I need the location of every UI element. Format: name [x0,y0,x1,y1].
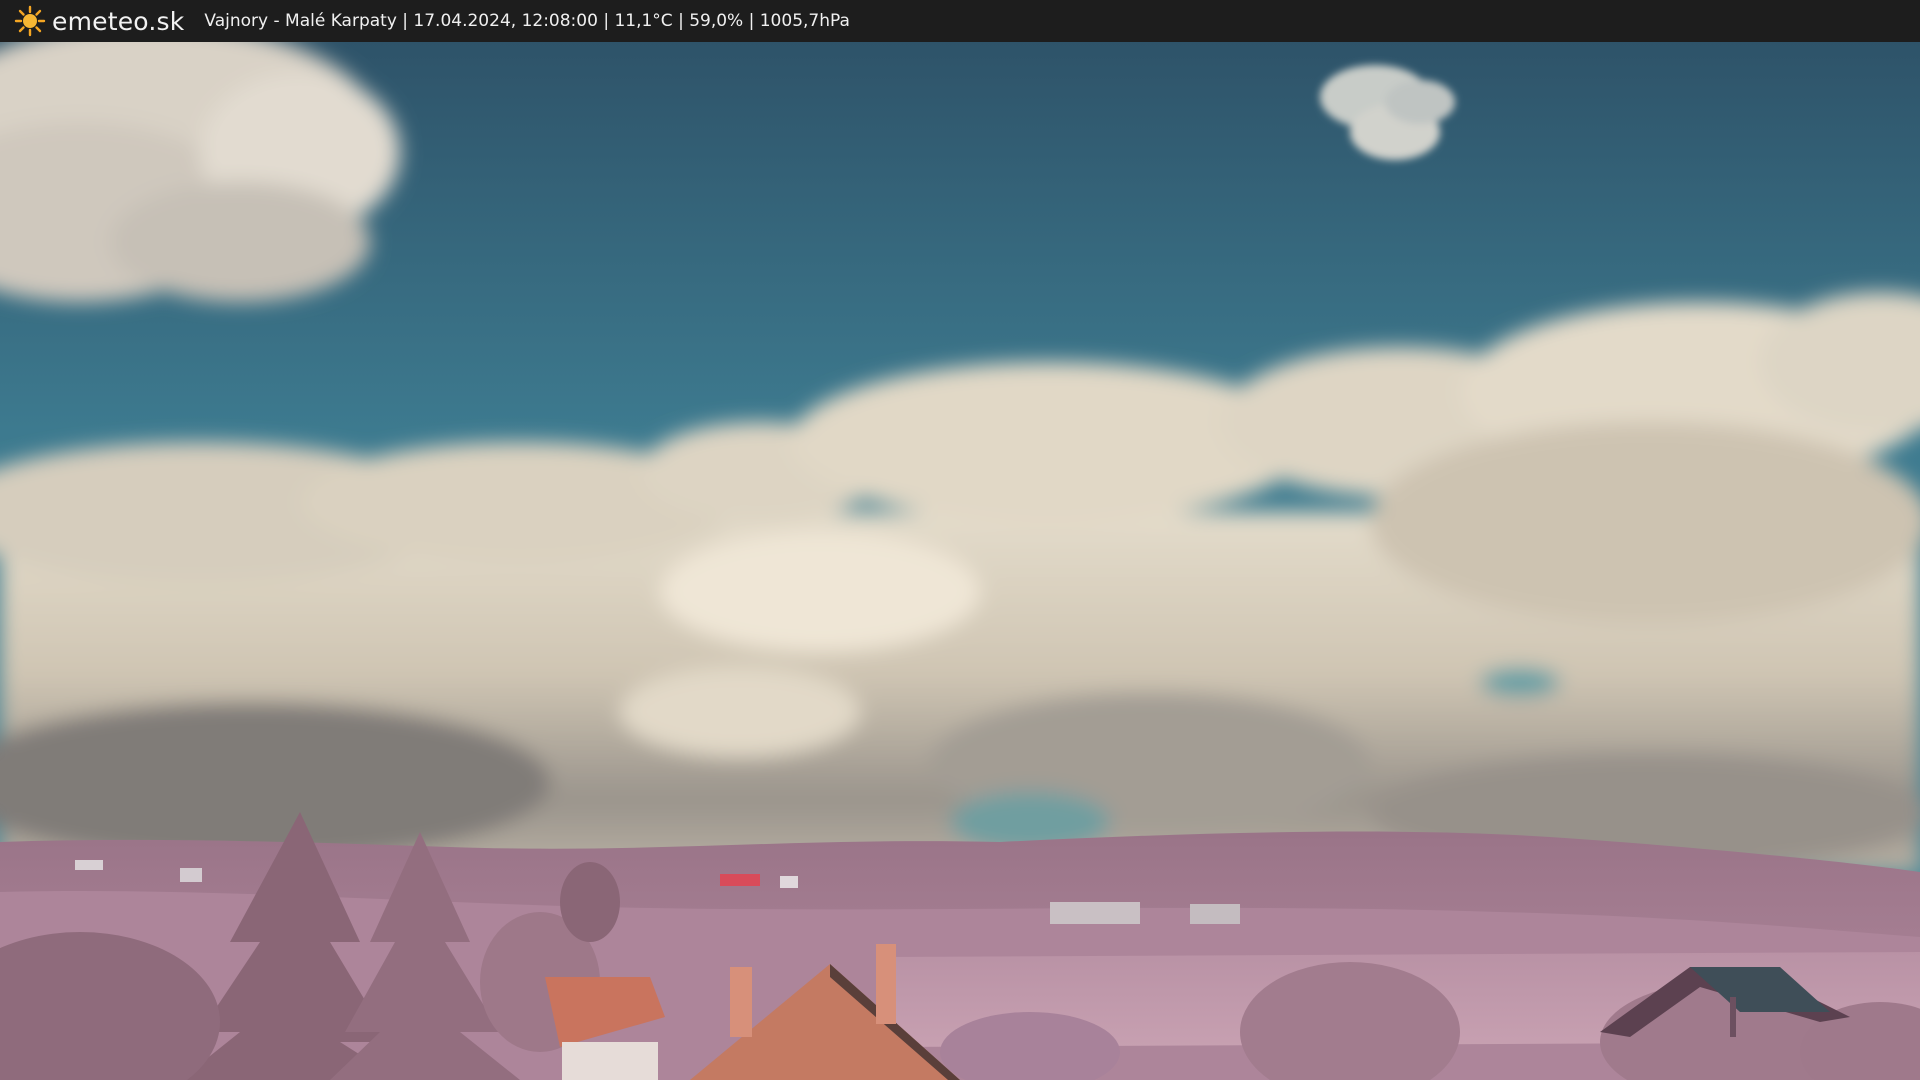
brand-name: emeteo.sk [52,6,185,36]
caption-bar: emeteo.sk Vajnory - Malé Karpaty | 17.04… [0,0,1920,42]
cloud-top-left [0,42,400,302]
webcam-frame: emeteo.sk Vajnory - Malé Karpaty | 17.04… [0,0,1920,1080]
site-logo[interactable]: emeteo.sk [14,5,184,37]
webcam-image [0,42,1920,1080]
weather-caption: Vajnory - Malé Karpaty | 17.04.2024, 12:… [204,11,850,31]
sun-icon [14,5,46,37]
